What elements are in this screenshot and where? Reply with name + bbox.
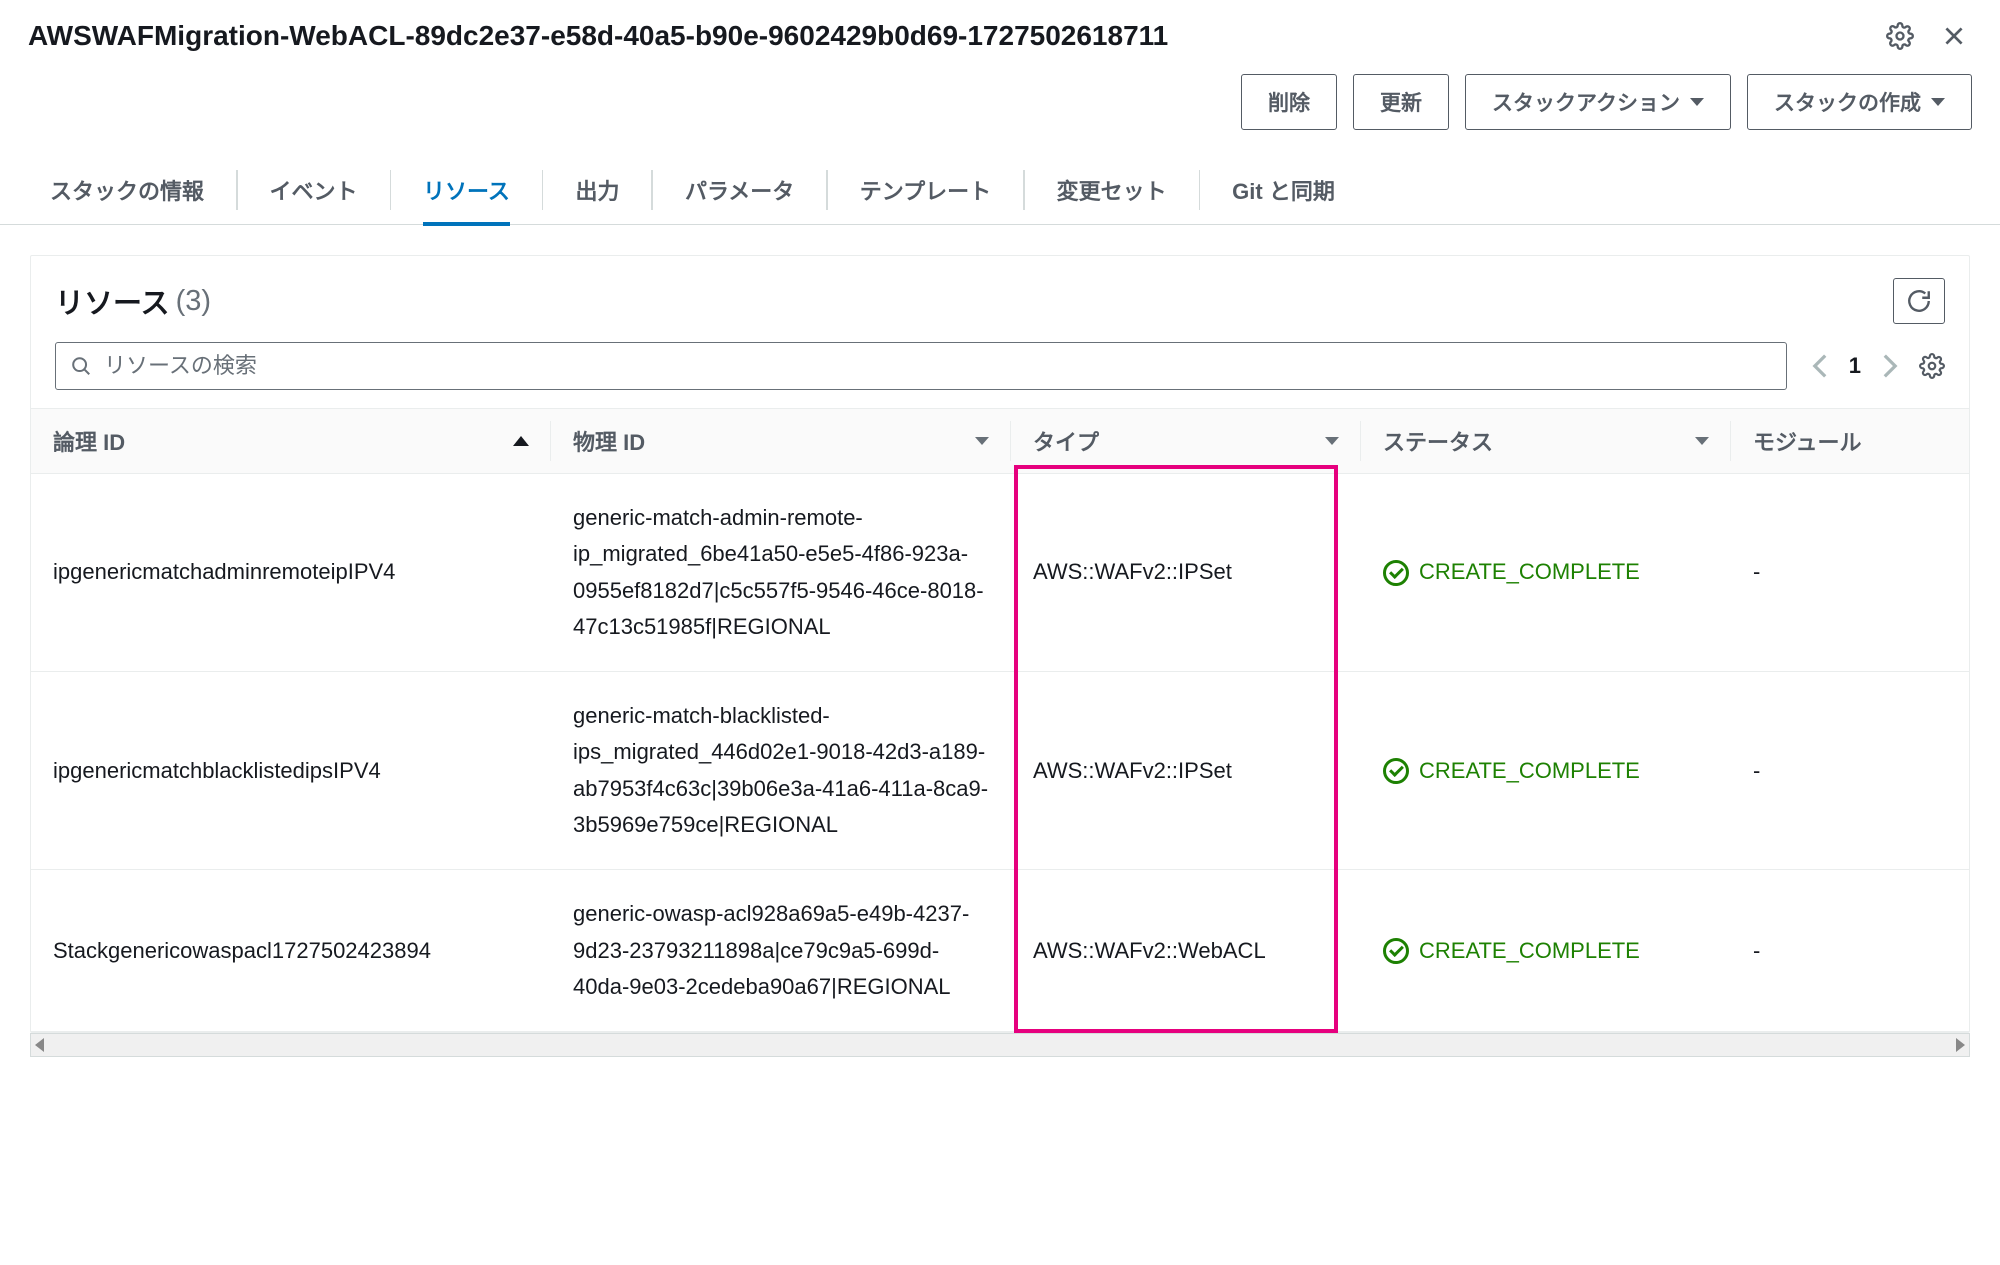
col-module[interactable]: モジュール — [1731, 409, 1969, 473]
settings-icon[interactable] — [1882, 18, 1918, 54]
cell-logical-id: Stackgenericowaspacl1727502423894 — [31, 870, 551, 1031]
cell-physical-id: generic-match-blacklisted-ips_migrated_4… — [551, 672, 1011, 869]
create-stack-button[interactable]: スタックの作成 — [1747, 74, 1972, 130]
tab-changesets[interactable]: 変更セット — [1057, 156, 1167, 224]
tab-resources[interactable]: リソース — [423, 156, 510, 224]
caret-down-icon — [1690, 98, 1704, 106]
cell-module: - — [1731, 672, 1969, 869]
refresh-button[interactable] — [1893, 278, 1945, 324]
panel-count: (3) — [176, 285, 211, 318]
cell-type: AWS::WAFv2::IPSet — [1011, 672, 1361, 869]
col-logical-id[interactable]: 論理 ID — [31, 409, 551, 473]
pager: 1 — [1811, 353, 1945, 379]
next-page-button[interactable] — [1881, 353, 1899, 379]
tab-template[interactable]: テンプレート — [860, 156, 991, 224]
page-title: AWSWAFMigration-WebACL-89dc2e37-e58d-40a… — [28, 20, 1864, 52]
check-circle-icon — [1383, 560, 1409, 586]
horizontal-scrollbar[interactable] — [30, 1033, 1970, 1057]
search-box[interactable] — [55, 342, 1787, 390]
search-icon — [70, 355, 92, 377]
resources-panel: リソース (3) 1 — [30, 255, 1970, 1033]
cell-status: CREATE_COMPLETE — [1361, 870, 1731, 1031]
cell-physical-id: generic-owasp-acl928a69a5-e49b-4237-9d23… — [551, 870, 1011, 1031]
sort-icon — [1695, 437, 1709, 445]
tabs: スタックの情報 イベント リソース 出力 パラメータ テンプレート 変更セット … — [0, 156, 2000, 225]
cell-status: CREATE_COMPLETE — [1361, 672, 1731, 869]
check-circle-icon — [1383, 938, 1409, 964]
stack-actions-button[interactable]: スタックアクション — [1465, 74, 1731, 130]
sort-asc-icon — [513, 436, 529, 446]
cell-type: AWS::WAFv2::IPSet — [1011, 474, 1361, 671]
tab-events[interactable]: イベント — [270, 156, 358, 224]
col-physical-id[interactable]: 物理 ID — [551, 409, 1011, 473]
resources-table: 論理 ID 物理 ID タイプ ステータス モジュール ipgenericmat… — [31, 408, 1969, 1032]
caret-down-icon — [1931, 98, 1945, 106]
col-status[interactable]: ステータス — [1361, 409, 1731, 473]
cell-module: - — [1731, 870, 1969, 1031]
tab-stack-info[interactable]: スタックの情報 — [50, 156, 204, 224]
cell-module: - — [1731, 474, 1969, 671]
scroll-left-icon — [35, 1038, 44, 1052]
close-icon[interactable] — [1936, 18, 1972, 54]
scroll-right-icon — [1956, 1038, 1965, 1052]
panel-title: リソース — [55, 280, 170, 322]
table-row: ipgenericmatchblacklistedipsIPV4generic-… — [31, 672, 1969, 870]
cell-status: CREATE_COMPLETE — [1361, 474, 1731, 671]
search-input[interactable] — [104, 353, 1772, 379]
cell-logical-id: ipgenericmatchblacklistedipsIPV4 — [31, 672, 551, 869]
page-number: 1 — [1849, 353, 1861, 379]
sort-icon — [1325, 437, 1339, 445]
delete-button[interactable]: 削除 — [1241, 74, 1337, 130]
table-row: ipgenericmatchadminremoteipIPV4generic-m… — [31, 474, 1969, 672]
cell-physical-id: generic-match-admin-remote-ip_migrated_6… — [551, 474, 1011, 671]
tab-parameters[interactable]: パラメータ — [685, 156, 794, 224]
table-settings-icon[interactable] — [1919, 353, 1945, 379]
tab-outputs[interactable]: 出力 — [575, 156, 619, 224]
check-circle-icon — [1383, 758, 1409, 784]
cell-logical-id: ipgenericmatchadminremoteipIPV4 — [31, 474, 551, 671]
prev-page-button[interactable] — [1811, 353, 1829, 379]
cell-type: AWS::WAFv2::WebACL — [1011, 870, 1361, 1031]
sort-icon — [975, 437, 989, 445]
table-row: Stackgenericowaspacl1727502423894generic… — [31, 870, 1969, 1032]
tab-gitsync[interactable]: Git と同期 — [1232, 156, 1335, 224]
update-button[interactable]: 更新 — [1353, 74, 1449, 130]
col-type[interactable]: タイプ — [1011, 409, 1361, 473]
